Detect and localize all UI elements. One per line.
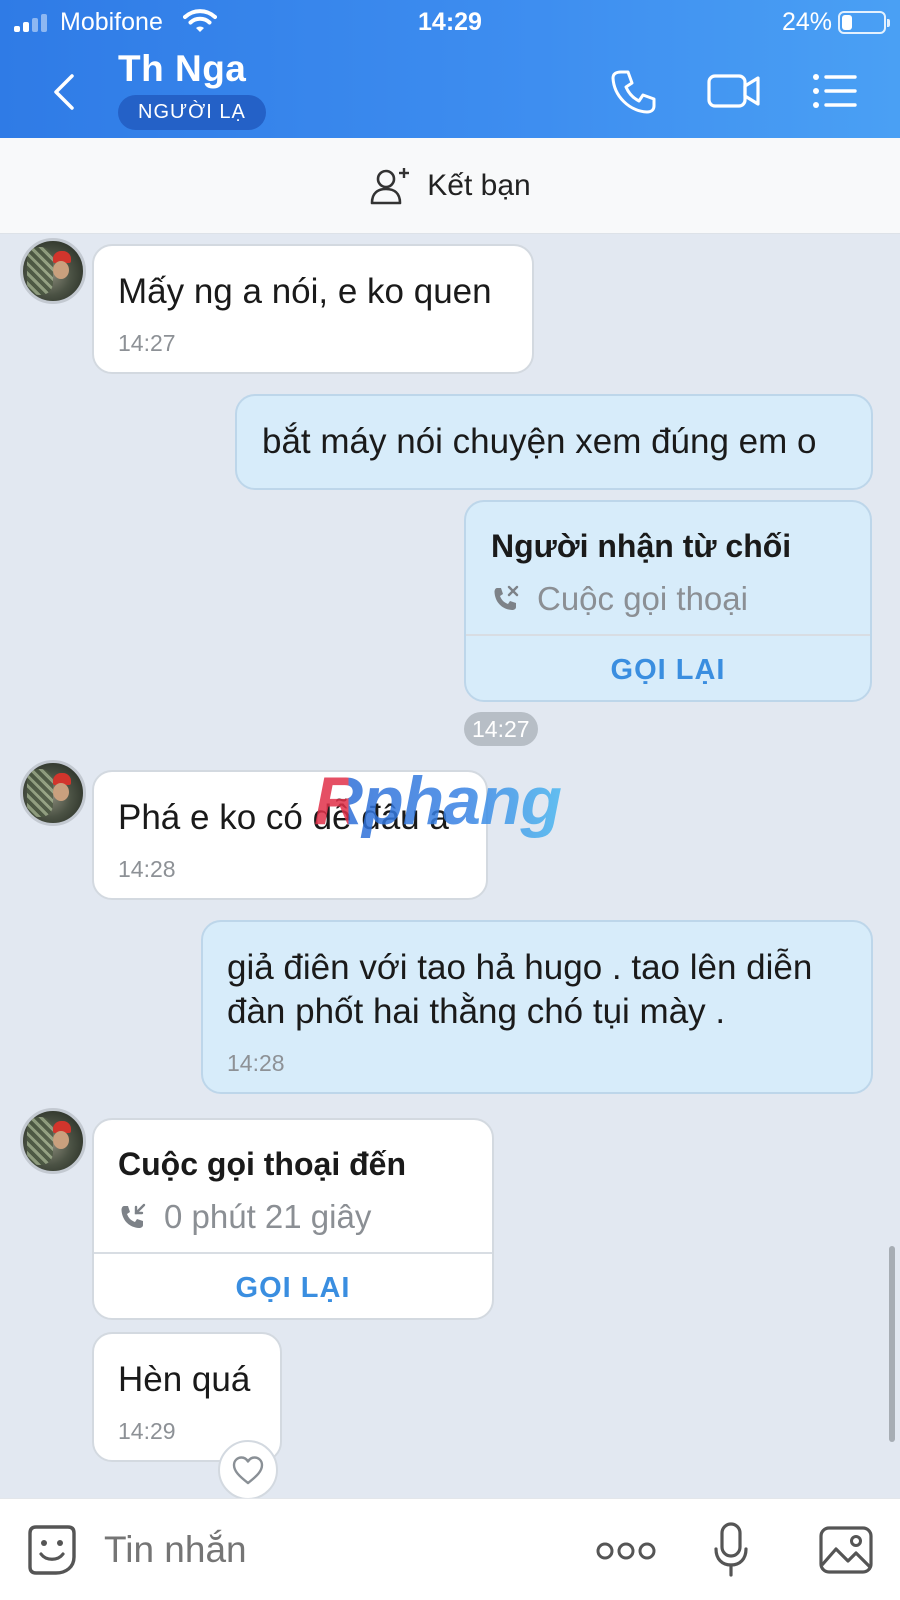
- call-subtitle: 0 phút 21 giây: [164, 1198, 372, 1235]
- contact-avatar[interactable]: [20, 1108, 86, 1174]
- missed-call-icon: [494, 585, 519, 610]
- status-time: 14:29: [418, 8, 482, 36]
- message-time: 14:29: [118, 1418, 176, 1444]
- message-bubble-outgoing[interactable]: bắt máy nói chuyện xem đúng em o: [235, 394, 873, 490]
- message-time: 14:28: [118, 856, 176, 882]
- call-title: Cuộc gọi thoại đến: [118, 1146, 406, 1182]
- call-card-incoming: Cuộc gọi thoại đến 0 phút 21 giây GỌI LẠ…: [92, 1118, 494, 1320]
- callback-button[interactable]: GỌI LẠI: [466, 654, 870, 687]
- message-text-line-2: đàn phốt hai thằng chó tụi mày .: [227, 992, 726, 1031]
- heart-icon: [232, 1456, 264, 1485]
- contact-avatar[interactable]: [20, 760, 86, 826]
- add-friend-icon: [370, 167, 410, 204]
- more-icon[interactable]: [596, 1539, 656, 1563]
- status-bar: Mobifone 14:29 24%: [0, 0, 900, 44]
- message-input[interactable]: [104, 1529, 544, 1571]
- call-divider: [466, 634, 870, 636]
- message-text: bắt máy nói chuyện xem đúng em o: [262, 422, 817, 461]
- battery-icon: [838, 11, 890, 34]
- call-title: Người nhận từ chối: [491, 528, 792, 564]
- message-text: Mấy ng a nói, e ko quen: [118, 272, 492, 311]
- time-separator: 14:27: [464, 712, 538, 746]
- message-text-line-1: giả điên với tao hả hugo . tao lên diễn: [227, 948, 813, 987]
- add-friend-label: Kết bạn: [427, 168, 531, 202]
- contact-name[interactable]: Th Nga: [118, 48, 246, 90]
- back-icon[interactable]: [44, 68, 84, 116]
- message-text: Hèn quá: [118, 1360, 251, 1399]
- message-input-bar: [0, 1498, 900, 1600]
- image-icon[interactable]: [818, 1525, 874, 1575]
- message-time: 14:27: [118, 330, 176, 356]
- call-divider: [94, 1252, 492, 1254]
- phone-icon[interactable]: [608, 66, 658, 116]
- stranger-badge: NGƯỜI LẠ: [118, 95, 266, 130]
- call-subtitle: Cuộc gọi thoại: [537, 580, 748, 617]
- sticker-icon[interactable]: [26, 1523, 78, 1577]
- video-icon[interactable]: [706, 66, 762, 116]
- callback-button[interactable]: GỌI LẠI: [94, 1272, 492, 1305]
- react-heart-button[interactable]: [218, 1440, 278, 1500]
- message-time: 14:28: [227, 1050, 285, 1076]
- microphone-icon[interactable]: [712, 1521, 750, 1579]
- chat-header: Mobifone 14:29 24% Th Nga NGƯỜI LẠ: [0, 0, 900, 138]
- message-bubble-incoming[interactable]: Mấy ng a nói, e ko quen 14:27: [92, 244, 534, 374]
- contact-avatar[interactable]: [20, 238, 86, 304]
- incoming-call-icon: [121, 1203, 146, 1228]
- add-friend-bar[interactable]: Kết bạn: [0, 138, 900, 234]
- scrollbar[interactable]: [889, 1246, 895, 1442]
- menu-icon[interactable]: [812, 66, 858, 116]
- watermark-logo: Rphang: [314, 763, 562, 839]
- message-bubble-outgoing[interactable]: giả điên với tao hả hugo . tao lên diễn …: [201, 920, 873, 1094]
- battery-level: [842, 15, 852, 30]
- call-card-outgoing: Người nhận từ chối Cuộc gọi thoại GỌI LẠ…: [464, 500, 872, 702]
- battery-percent: 24%: [781, 8, 832, 36]
